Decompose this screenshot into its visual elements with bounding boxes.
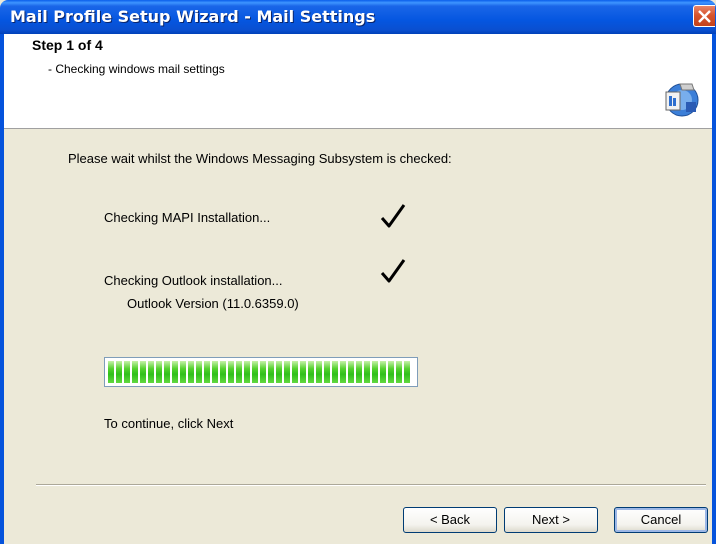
progress-segment [172, 361, 178, 383]
progress-segment [300, 361, 306, 383]
wizard-header [4, 34, 712, 129]
progress-fill [108, 361, 414, 383]
progress-segment [292, 361, 298, 383]
check-outlook-label: Checking Outlook installation... [104, 273, 283, 288]
cancel-button[interactable]: Cancel [614, 507, 708, 533]
progress-segment [212, 361, 218, 383]
check-mapi-label: Checking MAPI Installation... [104, 210, 271, 225]
progress-segment [220, 361, 226, 383]
outlook-version: Outlook Version (11.0.6359.0) [127, 296, 299, 311]
next-button[interactable]: Next > [504, 507, 598, 533]
progress-segment [364, 361, 370, 383]
mail-setup-icon [665, 83, 699, 117]
progress-segment [140, 361, 146, 383]
progress-segment [340, 361, 346, 383]
progress-segment [180, 361, 186, 383]
title-bar[interactable]: Mail Profile Setup Wizard - Mail Setting… [0, 0, 716, 34]
window-frame-right [712, 34, 716, 544]
progress-segment [164, 361, 170, 383]
step-subtitle: - Checking windows mail settings [48, 62, 225, 76]
progress-segment [252, 361, 258, 383]
progress-segment [332, 361, 338, 383]
close-icon [698, 10, 711, 23]
progress-segment [396, 361, 402, 383]
progress-segment [188, 361, 194, 383]
progress-segment [196, 361, 202, 383]
check-mark-icon [380, 204, 406, 228]
intro-text: Please wait whilst the Windows Messaging… [68, 151, 452, 166]
progress-bar [104, 357, 418, 387]
progress-segment [116, 361, 122, 383]
progress-segment [308, 361, 314, 383]
progress-segment [348, 361, 354, 383]
progress-segment [148, 361, 154, 383]
window-title: Mail Profile Setup Wizard - Mail Setting… [10, 7, 376, 26]
progress-segment [356, 361, 362, 383]
progress-segment [380, 361, 386, 383]
progress-segment [228, 361, 234, 383]
continue-text: To continue, click Next [104, 416, 234, 431]
progress-segment [268, 361, 274, 383]
close-button[interactable] [693, 5, 715, 27]
progress-segment [284, 361, 290, 383]
wizard-window: Mail Profile Setup Wizard - Mail Setting… [0, 0, 716, 544]
step-title: Step 1 of 4 [32, 37, 103, 53]
back-button[interactable]: < Back [403, 507, 497, 533]
progress-segment [404, 361, 410, 383]
progress-segment [124, 361, 130, 383]
separator [36, 484, 706, 486]
progress-segment [132, 361, 138, 383]
progress-segment [388, 361, 394, 383]
progress-segment [324, 361, 330, 383]
progress-segment [276, 361, 282, 383]
progress-segment [372, 361, 378, 383]
progress-segment [156, 361, 162, 383]
progress-segment [260, 361, 266, 383]
progress-segment [236, 361, 242, 383]
progress-segment [108, 361, 114, 383]
progress-segment [316, 361, 322, 383]
progress-segment [244, 361, 250, 383]
check-mark-icon [380, 259, 406, 283]
progress-segment [204, 361, 210, 383]
